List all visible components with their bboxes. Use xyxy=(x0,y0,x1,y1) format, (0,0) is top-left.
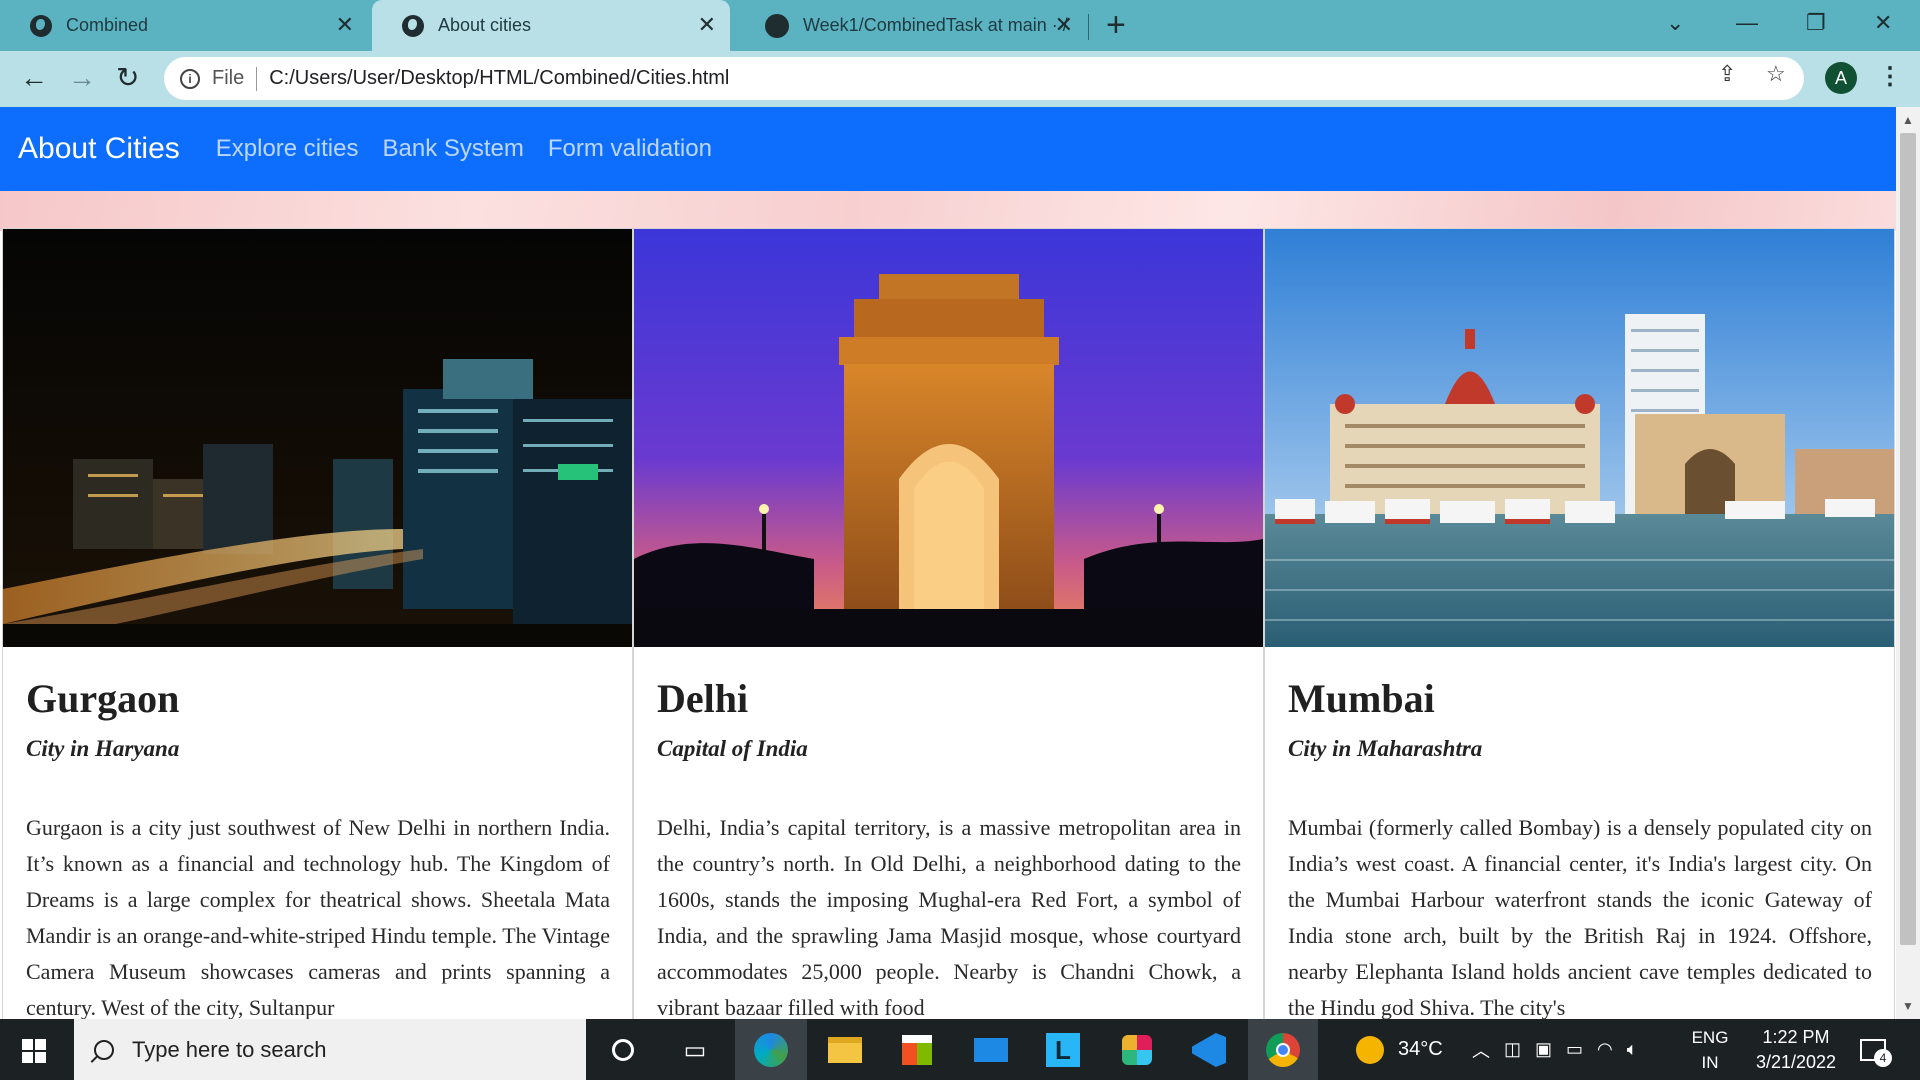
browser-tab-strip: Combined ✕ About cities ✕ Week1/Combined… xyxy=(0,0,1920,51)
file-explorer-icon[interactable] xyxy=(826,1031,864,1069)
tab-title: About cities xyxy=(438,15,532,35)
language-indicator[interactable]: ENG IN xyxy=(1690,1025,1730,1075)
clock-date: 3/21/2022 xyxy=(1755,1052,1837,1072)
volume-icon[interactable]: 🔈︎ xyxy=(1627,1039,1638,1060)
task-view-icon[interactable]: ▭ xyxy=(676,1031,714,1069)
city-cards: Gurgaon City in Haryana Gurgaon is a cit… xyxy=(2,228,1895,1019)
page-scrollbar[interactable]: ▲ ▼ xyxy=(1896,107,1920,1019)
card-subtitle: City in Maharashtra xyxy=(1288,736,1483,761)
tab-title: Combined xyxy=(66,15,149,35)
nav-link-bank-system[interactable]: Bank System xyxy=(382,135,523,163)
close-icon[interactable]: ✕ xyxy=(698,14,716,36)
info-icon[interactable]: i xyxy=(180,68,200,89)
navbar-brand[interactable]: About Cities xyxy=(18,132,180,166)
search-placeholder: Type here to search xyxy=(132,1036,327,1062)
slack-icon[interactable] xyxy=(1118,1031,1156,1069)
region-code: IN xyxy=(1701,1053,1719,1072)
scrollbar-thumb[interactable] xyxy=(1900,133,1916,945)
nav-link-form-validation[interactable]: Form validation xyxy=(548,135,712,163)
notification-icon: 4 xyxy=(1860,1038,1892,1067)
omnibox-divider xyxy=(256,66,258,91)
india-gate-image xyxy=(634,229,1263,647)
cortana-icon[interactable] xyxy=(604,1031,642,1069)
tray-icons: ︿ ◫ ▣ ▭ ◠ 🔈︎ xyxy=(1472,1019,1638,1080)
battery-icon[interactable]: ▭ xyxy=(1566,1039,1583,1060)
vscode-icon[interactable] xyxy=(1190,1031,1228,1069)
url-text[interactable]: C:/Users/User/Desktop/HTML/Combined/Citi… xyxy=(269,67,729,90)
meet-now-icon[interactable]: ◫ xyxy=(1504,1039,1521,1060)
restore-button[interactable]: ❐ xyxy=(1806,10,1826,36)
wifi-icon[interactable]: ◠ xyxy=(1597,1039,1613,1060)
weather-temperature: 34°C xyxy=(1398,1038,1443,1060)
weather-widget[interactable]: 34°C xyxy=(1356,1019,1443,1080)
chrome-icon[interactable] xyxy=(1264,1031,1302,1069)
hero-background-band xyxy=(0,191,1896,231)
reload-button[interactable]: ↻ xyxy=(116,63,139,93)
card-body: Mumbai City in Maharashtra Mumbai (forme… xyxy=(1288,647,1872,1019)
chevron-up-icon[interactable]: ︿ xyxy=(1472,1037,1490,1063)
card-text: Gurgaon is a city just southwest of New … xyxy=(26,815,610,1019)
menu-kebab-icon[interactable]: ⋮ xyxy=(1878,63,1902,91)
edge-icon[interactable] xyxy=(752,1031,790,1069)
globe-icon xyxy=(30,14,52,37)
card-text: Mumbai (formerly called Bombay) is a den… xyxy=(1288,815,1872,1019)
display-icon[interactable]: ▣ xyxy=(1535,1039,1552,1060)
card-title: Delhi xyxy=(657,676,749,721)
card-subtitle: Capital of India xyxy=(657,736,808,761)
github-icon xyxy=(765,13,789,38)
minimize-button[interactable]: — xyxy=(1736,10,1758,36)
system-clock[interactable]: 1:22 PM 3/21/2022 xyxy=(1746,1025,1846,1075)
close-icon[interactable]: ✕ xyxy=(1055,14,1073,36)
globe-icon xyxy=(402,14,424,37)
card-body: Delhi Capital of India Delhi, India’s ca… xyxy=(657,647,1241,1019)
card-body: Gurgaon City in Haryana Gurgaon is a cit… xyxy=(26,647,610,1019)
scroll-up-arrow-icon[interactable]: ▲ xyxy=(1902,113,1914,127)
tab-about-cities[interactable]: About cities ✕ xyxy=(372,0,730,51)
card-title: Mumbai xyxy=(1288,676,1435,721)
notification-center-button[interactable]: 4 xyxy=(1860,1019,1892,1080)
city-card-mumbai: Mumbai City in Maharashtra Mumbai (forme… xyxy=(1264,228,1895,1019)
clock-time: 1:22 PM xyxy=(1762,1027,1830,1047)
bookmark-star-icon[interactable]: ☆ xyxy=(1766,61,1786,87)
forward-button[interactable]: → xyxy=(68,63,96,93)
card-subtitle: City in Haryana xyxy=(26,736,180,761)
microsoft-store-icon[interactable] xyxy=(898,1031,936,1069)
tab-separator xyxy=(1088,14,1089,40)
site-navbar: About Cities Explore cities Bank System … xyxy=(0,107,1896,191)
l-app-icon[interactable]: L xyxy=(1044,1031,1082,1069)
browser-toolbar: ← → ↻ i File C:/Users/User/Desktop/HTML/… xyxy=(0,51,1920,107)
windows-taskbar: Type here to search ▭ L 34°C ︿ ◫ ▣ ▭ ◠ 🔈… xyxy=(0,1019,1920,1080)
page-viewport: About Cities Explore cities Bank System … xyxy=(0,107,1896,1019)
nav-link-explore-cities[interactable]: Explore cities xyxy=(216,135,359,163)
address-bar[interactable]: i File C:/Users/User/Desktop/HTML/Combin… xyxy=(164,57,1804,100)
windows-start-icon[interactable] xyxy=(22,1039,46,1063)
back-button[interactable]: ← xyxy=(20,63,48,93)
scroll-down-arrow-icon[interactable]: ▼ xyxy=(1902,999,1914,1013)
taskbar-search-box[interactable]: Type here to search xyxy=(74,1019,586,1080)
mail-icon[interactable] xyxy=(972,1031,1010,1069)
notification-count: 4 xyxy=(1874,1048,1892,1067)
close-icon[interactable]: ✕ xyxy=(336,14,354,36)
city-card-delhi: Delhi Capital of India Delhi, India’s ca… xyxy=(633,228,1264,1019)
tab-github[interactable]: Week1/CombinedTask at main · / ✕ xyxy=(735,0,1087,51)
gateway-of-india-image xyxy=(1265,229,1894,647)
weather-sun-icon xyxy=(1356,1035,1384,1064)
city-card-gurgaon: Gurgaon City in Haryana Gurgaon is a cit… xyxy=(2,228,633,1019)
close-window-button[interactable]: ✕ xyxy=(1874,10,1892,36)
tab-combined[interactable]: Combined ✕ xyxy=(0,0,368,51)
tab-title: Week1/CombinedTask at main · / xyxy=(803,15,1068,35)
scheme-label: File xyxy=(212,67,245,89)
gurgaon-night-skyline-image xyxy=(3,229,632,647)
search-icon xyxy=(94,1039,114,1060)
language-code: ENG xyxy=(1691,1028,1729,1047)
card-text: Delhi, India’s capital territory, is a m… xyxy=(657,815,1241,1019)
tab-search-chevron-icon[interactable]: ⌄ xyxy=(1666,10,1684,36)
profile-avatar[interactable]: A xyxy=(1825,62,1857,94)
new-tab-button[interactable]: + xyxy=(1106,8,1126,42)
card-title: Gurgaon xyxy=(26,676,180,721)
share-icon[interactable]: ⇪ xyxy=(1718,61,1736,87)
